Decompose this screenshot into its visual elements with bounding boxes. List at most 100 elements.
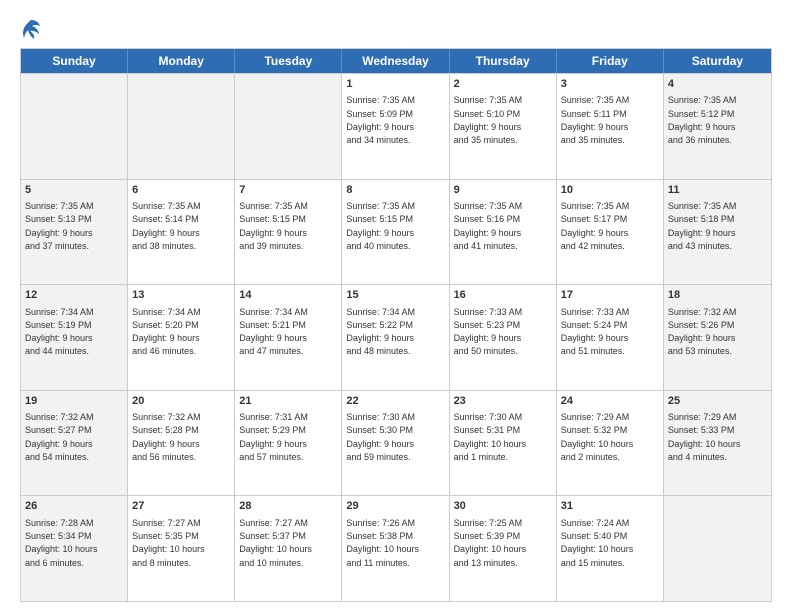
day-info: Sunrise: 7:33 AM Sunset: 5:23 PM Dayligh…: [454, 307, 523, 357]
page: SundayMondayTuesdayWednesdayThursdayFrid…: [0, 0, 792, 612]
day-number: 23: [454, 394, 552, 409]
day-cell-30: 30Sunrise: 7:25 AM Sunset: 5:39 PM Dayli…: [450, 496, 557, 601]
day-number: 28: [239, 499, 337, 514]
week-row-1: 5 Sunrise: 7:35 AM Sunset: 5:13 PM Daylig…: [21, 179, 771, 285]
day-info: Sunrise: 7:28 AM Sunset: 5:34 PM Dayligh…: [25, 518, 98, 568]
day-info: Sunrise: 7:35 AM Sunset: 5:16 PM Dayligh…: [454, 201, 523, 251]
day-number: 22: [346, 394, 444, 409]
day-info: Sunrise: 7:32 AM Sunset: 5:26 PM Dayligh…: [668, 307, 737, 357]
day-info: Sunrise: 7:32 AM Sunset: 5:27 PM Dayligh…: [25, 412, 94, 462]
day-number: 2: [454, 77, 552, 92]
day-info: Sunrise: 7:35 AM Sunset: 5:17 PM Dayligh…: [561, 201, 630, 251]
calendar: SundayMondayTuesdayWednesdayThursdayFrid…: [20, 48, 772, 602]
logo: [20, 16, 48, 40]
day-info: Sunrise: 7:25 AM Sunset: 5:39 PM Dayligh…: [454, 518, 527, 568]
day-number: 29: [346, 499, 444, 514]
day-info: Sunrise: 7:32 AM Sunset: 5:28 PM Dayligh…: [132, 412, 201, 462]
day-cell-6: 6 Sunrise: 7:35 AM Sunset: 5:14 PM Daylig…: [128, 180, 235, 285]
day-cell-24: 24 Sunrise: 7:29 AM Sunset: 5:32 PM Dayli…: [557, 391, 664, 496]
day-number: 27: [132, 499, 230, 514]
week-row-0: 1 Sunrise: 7:35 AM Sunset: 5:09 PM Daylig…: [21, 73, 771, 179]
day-info: Sunrise: 7:34 AM Sunset: 5:22 PM Dayligh…: [346, 307, 415, 357]
day-cell-17: 17 Sunrise: 7:33 AM Sunset: 5:24 PM Dayli…: [557, 285, 664, 390]
day-number: 18: [668, 288, 767, 303]
empty-cell-0-1: [128, 74, 235, 179]
day-cell-22: 22 Sunrise: 7:30 AM Sunset: 5:30 PM Dayli…: [342, 391, 449, 496]
day-cell-19: 19 Sunrise: 7:32 AM Sunset: 5:27 PM Dayli…: [21, 391, 128, 496]
day-cell-4: 4Sunrise: 7:35 AM Sunset: 5:12 PM Daylig…: [664, 74, 771, 179]
day-info: Sunrise: 7:29 AM Sunset: 5:32 PM Dayligh…: [561, 412, 634, 462]
empty-cell-4-6: [664, 496, 771, 601]
calendar-header: SundayMondayTuesdayWednesdayThursdayFrid…: [21, 49, 771, 73]
day-info: Sunrise: 7:35 AM Sunset: 5:12 PM Dayligh…: [668, 95, 737, 145]
day-info: Sunrise: 7:27 AM Sunset: 5:37 PM Dayligh…: [239, 518, 312, 568]
day-cell-20: 20 Sunrise: 7:32 AM Sunset: 5:28 PM Dayli…: [128, 391, 235, 496]
day-cell-28: 28 Sunrise: 7:27 AM Sunset: 5:37 PM Dayli…: [235, 496, 342, 601]
day-info: Sunrise: 7:31 AM Sunset: 5:29 PM Dayligh…: [239, 412, 308, 462]
logo-icon: [20, 18, 42, 40]
day-info: Sunrise: 7:35 AM Sunset: 5:11 PM Dayligh…: [561, 95, 630, 145]
day-info: Sunrise: 7:29 AM Sunset: 5:33 PM Dayligh…: [668, 412, 741, 462]
day-number: 24: [561, 394, 659, 409]
day-cell-27: 27 Sunrise: 7:27 AM Sunset: 5:35 PM Dayli…: [128, 496, 235, 601]
week-row-3: 19 Sunrise: 7:32 AM Sunset: 5:27 PM Dayli…: [21, 390, 771, 496]
day-number: 26: [25, 499, 123, 514]
day-info: Sunrise: 7:30 AM Sunset: 5:31 PM Dayligh…: [454, 412, 527, 462]
day-cell-2: 2 Sunrise: 7:35 AM Sunset: 5:10 PM Daylig…: [450, 74, 557, 179]
day-info: Sunrise: 7:34 AM Sunset: 5:21 PM Dayligh…: [239, 307, 308, 357]
day-cell-21: 21 Sunrise: 7:31 AM Sunset: 5:29 PM Dayli…: [235, 391, 342, 496]
day-cell-14: 14 Sunrise: 7:34 AM Sunset: 5:21 PM Dayli…: [235, 285, 342, 390]
header: [20, 16, 772, 40]
day-info: Sunrise: 7:35 AM Sunset: 5:09 PM Dayligh…: [346, 95, 415, 145]
day-cell-13: 13 Sunrise: 7:34 AM Sunset: 5:20 PM Dayli…: [128, 285, 235, 390]
day-info: Sunrise: 7:24 AM Sunset: 5:40 PM Dayligh…: [561, 518, 634, 568]
day-info: Sunrise: 7:34 AM Sunset: 5:20 PM Dayligh…: [132, 307, 201, 357]
calendar-body: 1 Sunrise: 7:35 AM Sunset: 5:09 PM Daylig…: [21, 73, 771, 601]
day-cell-7: 7Sunrise: 7:35 AM Sunset: 5:15 PM Daylig…: [235, 180, 342, 285]
day-number: 21: [239, 394, 337, 409]
day-cell-11: 11 Sunrise: 7:35 AM Sunset: 5:18 PM Dayli…: [664, 180, 771, 285]
day-cell-9: 9 Sunrise: 7:35 AM Sunset: 5:16 PM Daylig…: [450, 180, 557, 285]
day-info: Sunrise: 7:35 AM Sunset: 5:13 PM Dayligh…: [25, 201, 94, 251]
day-cell-16: 16 Sunrise: 7:33 AM Sunset: 5:23 PM Dayli…: [450, 285, 557, 390]
day-number: 6: [132, 183, 230, 198]
day-cell-29: 29Sunrise: 7:26 AM Sunset: 5:38 PM Dayli…: [342, 496, 449, 601]
day-number: 20: [132, 394, 230, 409]
day-info: Sunrise: 7:30 AM Sunset: 5:30 PM Dayligh…: [346, 412, 415, 462]
day-info: Sunrise: 7:33 AM Sunset: 5:24 PM Dayligh…: [561, 307, 630, 357]
day-info: Sunrise: 7:35 AM Sunset: 5:10 PM Dayligh…: [454, 95, 523, 145]
weekday-header-wednesday: Wednesday: [342, 49, 449, 73]
day-number: 11: [668, 183, 767, 198]
day-number: 17: [561, 288, 659, 303]
day-cell-15: 15Sunrise: 7:34 AM Sunset: 5:22 PM Dayli…: [342, 285, 449, 390]
day-number: 5: [25, 183, 123, 198]
day-number: 16: [454, 288, 552, 303]
day-cell-25: 25 Sunrise: 7:29 AM Sunset: 5:33 PM Dayli…: [664, 391, 771, 496]
day-cell-10: 10 Sunrise: 7:35 AM Sunset: 5:17 PM Dayli…: [557, 180, 664, 285]
day-cell-1: 1 Sunrise: 7:35 AM Sunset: 5:09 PM Daylig…: [342, 74, 449, 179]
day-info: Sunrise: 7:34 AM Sunset: 5:19 PM Dayligh…: [25, 307, 94, 357]
day-cell-12: 12Sunrise: 7:34 AM Sunset: 5:19 PM Dayli…: [21, 285, 128, 390]
day-number: 1: [346, 77, 444, 92]
day-cell-8: 8Sunrise: 7:35 AM Sunset: 5:15 PM Daylig…: [342, 180, 449, 285]
day-cell-5: 5 Sunrise: 7:35 AM Sunset: 5:13 PM Daylig…: [21, 180, 128, 285]
day-number: 25: [668, 394, 767, 409]
day-number: 14: [239, 288, 337, 303]
weekday-header-sunday: Sunday: [21, 49, 128, 73]
day-number: 31: [561, 499, 659, 514]
day-info: Sunrise: 7:35 AM Sunset: 5:18 PM Dayligh…: [668, 201, 737, 251]
day-cell-26: 26 Sunrise: 7:28 AM Sunset: 5:34 PM Dayli…: [21, 496, 128, 601]
day-number: 9: [454, 183, 552, 198]
day-info: Sunrise: 7:27 AM Sunset: 5:35 PM Dayligh…: [132, 518, 205, 568]
day-number: 7: [239, 183, 337, 198]
weekday-header-friday: Friday: [557, 49, 664, 73]
day-cell-18: 18 Sunrise: 7:32 AM Sunset: 5:26 PM Dayli…: [664, 285, 771, 390]
weekday-header-tuesday: Tuesday: [235, 49, 342, 73]
day-info: Sunrise: 7:35 AM Sunset: 5:14 PM Dayligh…: [132, 201, 201, 251]
day-number: 19: [25, 394, 123, 409]
day-number: 13: [132, 288, 230, 303]
day-number: 10: [561, 183, 659, 198]
day-number: 3: [561, 77, 659, 92]
day-number: 8: [346, 183, 444, 198]
week-row-4: 26 Sunrise: 7:28 AM Sunset: 5:34 PM Dayli…: [21, 495, 771, 601]
